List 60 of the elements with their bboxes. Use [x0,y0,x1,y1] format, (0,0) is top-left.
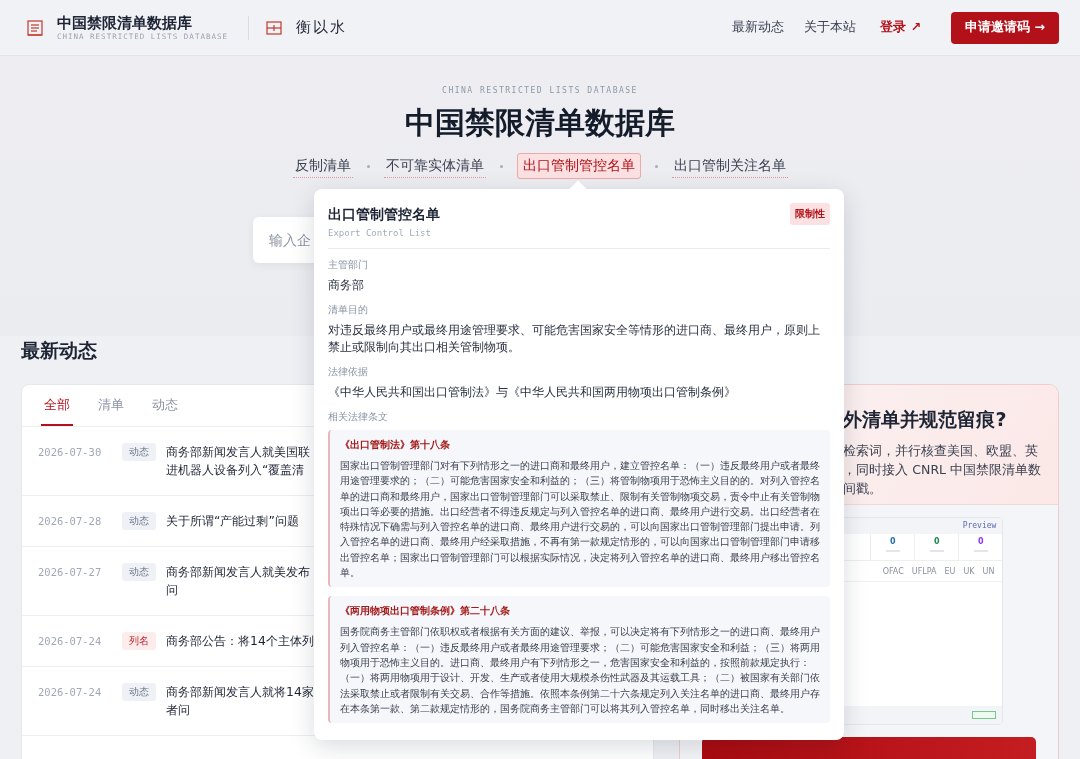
article-title: 《两用物项出口管制条例》第二十八条 [340,604,511,619]
hero-kicker: CHINA RESTRICTED LISTS DATABASE [442,86,638,95]
partner-name: 衡以水 [296,18,347,37]
section-heading: 最新动态 [21,338,97,363]
news-title: 关于所谓“产能过剩”问题 [166,512,299,530]
news-title: 商务部新闻发言人就美国联 进机器人设备列入“覆盖清 [166,443,310,479]
list-link[interactable]: 反制清单 [292,154,353,178]
hero-title: 中国禁限清单数据库 [405,104,675,142]
list-logo-icon [26,18,44,37]
field-value: 《中华人民共和国出口管制法》与《中华人民共和国两用物项出口管制条例》 [328,384,737,401]
tab[interactable]: 全部 [41,385,73,426]
column-header: EU [944,567,956,576]
status-badge [972,711,997,719]
news-title: 商务部公告：将14个主体列 [166,632,314,650]
news-date: 2026-07-24 [38,685,103,700]
field-label: 主管部门 [328,258,369,272]
news-tag: 动态 [122,443,156,461]
field-value: 商务部 [328,277,365,294]
list-link[interactable]: 出口管制关注名单 [671,154,788,178]
nav-link[interactable]: 关于本站 [804,19,857,36]
field-label: 相关法律条文 [328,410,389,424]
column-header: UFLPA [911,567,937,576]
preview-label: Preview [962,520,997,532]
news-tag: 动态 [122,683,156,701]
separator-dot [366,164,370,168]
site-title: 中国禁限清单数据库 [57,14,193,32]
field-label: 法律依据 [328,365,369,379]
stat-value: 0 [890,537,896,546]
news-tag: 动态 [122,512,156,530]
nav-link[interactable]: 最新动态 [732,19,785,36]
popover-subtitle: Export Control List [328,228,432,238]
column-header: UN [982,567,995,576]
column-header: OFAC [882,567,904,576]
news-date: 2026-07-28 [38,514,103,529]
restriction-badge: 限制性 [790,203,830,225]
separator-dot [654,164,658,168]
article-text: 国家出口管制管理部门对有下列情形之一的进口商和最终用户，建立管控名单：（一）违反最终用户或者最终用途管理要求的；（二）可能危害国家安全和利益的；（三）将管制物项用于恐怖主义目的的。对列入管控名单的进口商和最终用户，国家出口管制管理部门可以采取禁止、限制有关管制物项交易，责令中止有关管制物项出口等必要的措施。出口经营者不得违反规定与列入管控名单的进口商、最终用户进行交易。出口经营者在特殊情况下确需与列入管控名单的进口商、最终用户进行交易的，可以向国家出口管制管理部门提出申请。列入管控名单的进口商、最终用户经采取措施，不再有第一款规定情形的，可以向国家出口管制管理部门申请移出管控名单；国家出口管制管理部门可以根据实际情况，决定将列入管控名单的进口商、最终用户移出管控名单。 [340,459,820,581]
news-date: 2026-07-27 [38,565,103,580]
list-link[interactable]: 出口管制管控名单 [516,153,641,179]
news-title: 商务部新闻发言人就美发布 问 [166,563,310,599]
login-link[interactable]: 登录 ↗ [880,19,922,36]
promo-heading: 外清单并规范留痕? [843,407,1008,432]
news-title: 商务部新闻发言人就将14家 者问 [166,683,314,719]
field-value: 对违反最终用户或最终用途管理要求、可能危害国家安全等情形的进口商、最终用户，原则上禁止或限制向其出口相关管制物项。 [328,322,821,356]
news-tag: 列名 [122,632,156,650]
article-title: 《出口管制法》第十八条 [340,438,451,452]
promo-text: 检索词，并行核查美国、欧盟、英 ，同时接入 CNRL 中国禁限清单数 间戳。 [843,442,1043,498]
news-date: 2026-07-30 [38,445,103,460]
invite-button[interactable]: 申请邀请码 → [951,11,1059,44]
field-label: 清单目的 [328,303,369,317]
stat-value: 0 [934,537,940,546]
separator-dot [499,164,503,168]
popover-title: 出口管制管控名单 [328,206,440,224]
news-tag: 动态 [122,563,156,581]
list-link[interactable]: 不可靠实体清单 [383,154,486,178]
stat-value: 0 [978,537,984,546]
article-text: 国务院商务主管部门依职权或者根据有关方面的建议、举报，可以决定将有下列情形之一的进口商、最终用户列入管控名单：（一）违反最终用户或者最终用途管理要求；（二）可能危害国家安全和利益；（三）将两用物项用于恐怖主义目的。进口商、最终用户有下列情形之一，危害国家安全和利益的，按照前款规定执行：（一）将两用物项用于设计、开发、生产或者使用大规模杀伤性武器及其运载工具；（二）被国家有关部门依法采取禁止或者限制有关交易、合作等措施。依照本条例第二十六条规定列入关注名单的进口商、最终用户存在本条第一款、第二款规定情形的，国务院商务主管部门可以将其列入管控名单，同时移出关注名单。 [340,625,820,716]
partner-logo-icon [265,18,283,37]
column-header: UK [963,567,975,576]
news-date: 2026-07-24 [38,634,103,649]
